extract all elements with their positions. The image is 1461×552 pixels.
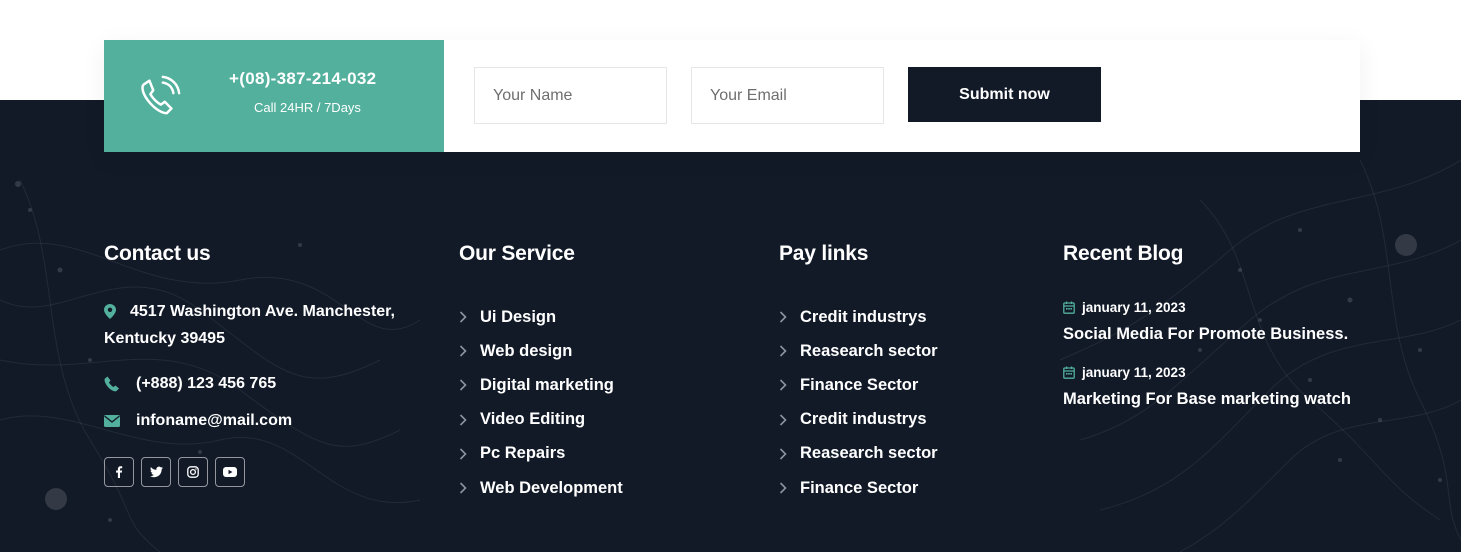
submit-button[interactable]: Submit now [908,67,1101,122]
twitter-button[interactable] [141,457,171,487]
contact-email-text: infoname@mail.com [136,412,293,429]
chevron-right-icon [779,311,791,323]
cta-phone-panel: +(08)-387-214-032 Call 24HR / 7Days [104,40,444,152]
pay-link-label: Finance Sector [800,478,919,497]
service-link-label: Pc Repairs [480,444,566,463]
service-link[interactable]: Pc Repairs [459,437,623,471]
chevron-right-icon [459,482,471,494]
blog-date: january 11, 2023 [1063,365,1351,380]
service-link-label: Digital marketing [480,375,614,394]
contact-column: Contact us 4517 Washington Ave. Manchest… [104,242,424,487]
instagram-button[interactable] [178,457,208,487]
pay-heading: Pay links [779,242,869,265]
twitter-icon [149,466,163,478]
chevron-right-icon [779,379,791,392]
contact-address: 4517 Washington Ave. Manchester, Kentuck… [104,298,414,352]
pay-link[interactable]: Reasearch sector [779,437,938,471]
pay-links-column: Pay links Credit industrys Reasearch sec… [779,242,938,497]
contact-address-text: 4517 Washington Ave. Manchester, Kentuck… [104,303,395,347]
youtube-icon [223,467,237,477]
email-input[interactable] [691,67,884,124]
youtube-button[interactable] [215,457,245,487]
service-link[interactable]: Digital marketing [459,368,623,402]
contact-phone-text: (+888) 123 456 765 [136,375,277,392]
calendar-icon [1063,301,1075,314]
service-link[interactable]: Web Development [459,471,623,505]
chevron-right-icon [459,311,471,323]
blog-post[interactable]: january 11, 2023 Social Media For Promot… [1063,300,1348,344]
chevron-right-icon [459,379,471,392]
social-links [104,457,245,487]
pay-link[interactable]: Reasearch sector [779,334,938,368]
pay-link[interactable]: Credit industrys [779,300,938,334]
map-pin-icon [104,304,116,319]
calendar-icon [1063,366,1075,379]
pay-link-label: Credit industrys [800,307,927,326]
facebook-button[interactable] [104,457,134,487]
chevron-right-icon [779,482,791,494]
name-input[interactable] [474,67,667,124]
blog-column: Recent Blog january 11, 2023 Social Medi… [1063,242,1363,408]
service-column: Our Service Ui Design Web design Digital… [459,242,623,497]
cta-bar: +(08)-387-214-032 Call 24HR / 7Days Subm… [104,40,1360,152]
cta-phone-hours: Call 24HR / 7Days [254,100,361,115]
chevron-right-icon [779,448,791,460]
blog-title[interactable]: Marketing For Base marketing watch [1063,390,1351,409]
service-link-label: Ui Design [480,307,557,326]
blog-date: january 11, 2023 [1063,300,1348,315]
pay-link-label: Finance Sector [800,375,919,394]
blog-post[interactable]: january 11, 2023 Marketing For Base mark… [1063,365,1351,409]
blog-heading: Recent Blog [1063,242,1184,265]
pay-link-label: Reasearch sector [800,444,938,463]
pay-link-label: Reasearch sector [800,341,938,360]
pay-link[interactable]: Credit industrys [779,403,938,437]
envelope-icon [104,415,120,427]
service-link[interactable]: Web design [459,334,623,368]
chevron-right-icon [459,414,471,426]
service-link[interactable]: Ui Design [459,300,623,334]
blog-date-text: january 11, 2023 [1082,365,1186,380]
contact-email[interactable]: infoname@mail.com [104,407,292,434]
chevron-right-icon [779,414,791,426]
pay-link[interactable]: Finance Sector [779,368,938,402]
pay-links: Credit industrys Reasearch sector Financ… [779,300,938,505]
service-link-label: Video Editing [480,410,586,429]
contact-phone[interactable]: (+888) 123 456 765 [104,370,276,397]
pay-link[interactable]: Finance Sector [779,471,938,505]
chevron-right-icon [459,448,471,460]
service-link[interactable]: Video Editing [459,403,623,437]
chevron-right-icon [779,345,791,357]
phone-call-icon [141,75,181,115]
pay-link-label: Credit industrys [800,410,927,429]
blog-title[interactable]: Social Media For Promote Business. [1063,325,1348,344]
service-heading: Our Service [459,242,575,265]
instagram-icon [187,466,199,478]
service-links: Ui Design Web design Digital marketing V… [459,300,623,505]
phone-icon [104,376,119,392]
cta-phone-number: +(08)-387-214-032 [229,69,377,88]
contact-heading: Contact us [104,242,211,265]
facebook-icon [116,466,123,478]
blog-date-text: january 11, 2023 [1082,300,1186,315]
service-link-label: Web Development [480,478,623,497]
chevron-right-icon [459,345,471,357]
service-link-label: Web design [480,341,573,360]
